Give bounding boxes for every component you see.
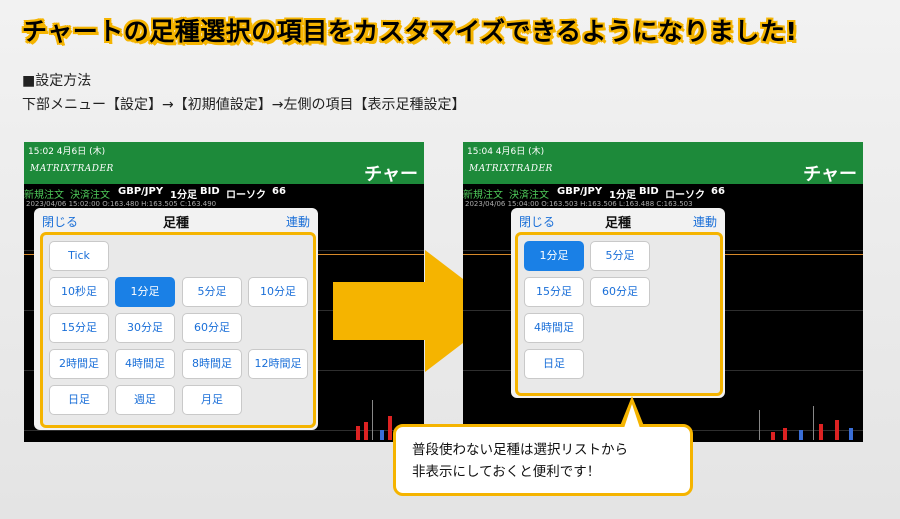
chart-toolbar: 新規注文 決済注文 GBP/JPY 1分足 BID ローソク 66 [24,184,424,201]
side-selector[interactable]: BID [200,186,220,197]
screen-title: チャー [803,164,857,185]
brand-logo: MATRIXTRADER [30,164,114,174]
callout-box: 普段使わない足種は選択リストから 非表示にしておくと便利です！ [393,424,693,496]
candle [799,430,803,440]
interval-button-5m[interactable]: 5分足 [182,277,242,307]
brand-logo: MATRIXTRADER [469,164,553,174]
headline: チャートの足種選択の項目をカスタマイズできるようになりました! [22,17,798,46]
panel-header: 閉じる 足種 連動 [34,208,318,232]
interval-grid: 1分足 5分足 15分足 60分足 4時間足 日足 [515,232,723,396]
count-selector[interactable]: 66 [272,186,286,197]
panel-title: 足種 [162,216,189,231]
new-order-button[interactable]: 新規注文 [463,186,503,201]
pair-selector[interactable]: GBP/JPY [118,186,163,197]
settle-order-button[interactable]: 決済注文 [70,186,110,201]
brand-bar: MATRIXTRADER チャー [463,158,863,185]
settle-order-button[interactable]: 決済注文 [509,186,549,201]
candle [783,428,787,440]
interval-button-month[interactable]: 月足 [182,385,242,415]
interval-button-day[interactable]: 日足 [524,349,584,379]
interval-button-8h[interactable]: 8時間足 [182,349,242,379]
interval-button-30m[interactable]: 30分足 [115,313,175,343]
brand-bar: MATRIXTRADER チャー [24,158,424,185]
screen-title: チャー [364,164,418,185]
candle [364,422,368,440]
chart-toolbar: 新規注文 決済注文 GBP/JPY 1分足 BID ローソク 66 [463,184,863,201]
status-bar: 15:02 4月6日 (木) [24,142,424,158]
interval-panel: 閉じる 足種 連動 1分足 5分足 15分足 60分足 4時間足 日足 [511,208,725,398]
panel-header: 閉じる 足種 連動 [511,208,725,232]
interval-button-1m-selected[interactable]: 1分足 [524,241,584,271]
interval-button-60m[interactable]: 60分足 [590,277,650,307]
side-selector[interactable]: BID [639,186,659,197]
interval-selector[interactable]: 1分足 [170,186,197,201]
callout-line-2: 非表示にしておくと便利です！ [412,464,601,480]
candle [819,424,823,440]
interval-button-1m-selected[interactable]: 1分足 [115,277,175,307]
interval-button-15m[interactable]: 15分足 [524,277,584,307]
interval-button-2h[interactable]: 2時間足 [49,349,109,379]
pair-selector[interactable]: GBP/JPY [557,186,602,197]
interval-button-4h[interactable]: 4時間足 [115,349,175,379]
candle [388,416,392,440]
method-path: 下部メニュー【設定】→【初期値設定】→左側の項目【表示足種設定】 [22,97,466,113]
candle-selector[interactable]: ローソク [665,186,705,201]
status-bar: 15:04 4月6日 (木) [463,142,863,158]
candle [380,430,384,440]
callout-tail-inner [624,404,640,428]
callout-line-1: 普段使わない足種は選択リストから [412,442,628,458]
candle [356,426,360,440]
interval-grid: Tick 10秒足 1分足 5分足 10分足 15分足 30分足 60分足 2時… [40,232,316,428]
arrow-body [333,282,425,340]
interval-button-day[interactable]: 日足 [49,385,109,415]
right-screenshot: 15:04 4月6日 (木) MATRIXTRADER チャー 新規注文 決済注… [463,142,863,442]
interval-button-4h[interactable]: 4時間足 [524,313,584,343]
candle-selector[interactable]: ローソク [226,186,266,201]
interval-button-tick[interactable]: Tick [49,241,109,271]
interval-button-60m[interactable]: 60分足 [182,313,242,343]
method-title: ■設定方法 [22,73,92,89]
interval-button-12h[interactable]: 12時間足 [248,349,308,379]
interval-selector[interactable]: 1分足 [609,186,636,201]
candle [835,420,839,440]
candle [771,432,775,440]
count-selector[interactable]: 66 [711,186,725,197]
interval-button-10s[interactable]: 10秒足 [49,277,109,307]
new-order-button[interactable]: 新規注文 [24,186,64,201]
interval-button-15m[interactable]: 15分足 [49,313,109,343]
interval-button-10m[interactable]: 10分足 [248,277,308,307]
interval-button-week[interactable]: 週足 [115,385,175,415]
candle [849,428,853,440]
link-button[interactable]: 連動 [693,213,717,230]
interval-button-5m[interactable]: 5分足 [590,241,650,271]
interval-panel: 閉じる 足種 連動 Tick 10秒足 1分足 5分足 10分足 15分足 30… [34,208,318,430]
link-button[interactable]: 連動 [286,213,310,230]
